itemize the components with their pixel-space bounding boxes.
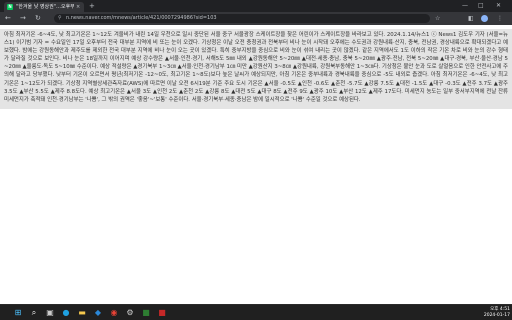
- edge-icon[interactable]: ●: [61, 308, 71, 318]
- system-clock[interactable]: 오후 4:51 2024-01-17: [472, 307, 510, 319]
- search-icon[interactable]: ⌕: [29, 308, 39, 318]
- url-text[interactable]: n.news.naver.com/mnews/article/421/00072…: [66, 14, 217, 23]
- file-explorer-icon[interactable]: ▬: [77, 308, 87, 318]
- browser-tab[interactable]: N "한겨울 낮 영상권"…오후부터 전국… ×: [4, 2, 84, 12]
- windows-start-icon[interactable]: ⊞: [13, 308, 23, 318]
- forward-button[interactable]: →: [20, 13, 26, 24]
- tab-close-icon[interactable]: ×: [76, 3, 80, 11]
- reload-button[interactable]: ↻: [35, 13, 41, 24]
- browser-menu-icon[interactable]: ⋮: [497, 14, 503, 23]
- site-info-icon[interactable]: ⚲: [58, 14, 62, 23]
- screen: N "한겨울 낮 영상권"…오후부터 전국… × + — □ ✕ ← → ↻ ⚲…: [0, 0, 512, 320]
- page-content: 아침 최저기온 -6~4도, 낮 최고기온은 1~12도 겨울비가 내린 14일…: [0, 25, 512, 304]
- windows-taskbar: ⊞ ⌕ ▣ ● ▬ ◆ ◉ ⚙ ■ ■ 오후 4:51 2024-01-17: [0, 304, 512, 320]
- maximize-button[interactable]: □: [478, 1, 484, 11]
- close-window-button[interactable]: ✕: [496, 1, 501, 11]
- settings-icon[interactable]: ⚙: [125, 308, 135, 318]
- browser-tab-strip: N "한겨울 낮 영상권"…오후부터 전국… × + — □ ✕: [0, 0, 512, 12]
- browser-toolbar: ← → ↻ ⚲ n.news.naver.com/mnews/article/4…: [0, 12, 512, 25]
- minimize-button[interactable]: —: [462, 1, 468, 11]
- tab-title: "한겨울 낮 영상권"…오후부터 전국…: [16, 4, 74, 10]
- chrome-icon[interactable]: ◉: [109, 308, 119, 318]
- profile-avatar[interactable]: [481, 15, 488, 22]
- bookmark-star-icon[interactable]: ☆: [435, 14, 440, 23]
- app-icon[interactable]: ■: [141, 308, 151, 318]
- back-button[interactable]: ←: [5, 13, 11, 24]
- store-icon[interactable]: ◆: [93, 308, 103, 318]
- address-bar[interactable]: ⚲ n.news.naver.com/mnews/article/421/000…: [54, 14, 430, 23]
- new-tab-button[interactable]: +: [89, 2, 95, 10]
- article-body: 아침 최저기온 -6~4도, 낮 최고기온은 1~12도 겨울비가 내린 14일…: [4, 32, 508, 103]
- app-icon-2[interactable]: ■: [157, 308, 167, 318]
- clock-date: 2024-01-17: [483, 313, 510, 318]
- task-view-icon[interactable]: ▣: [45, 308, 55, 318]
- extensions-icon[interactable]: ◧: [468, 14, 474, 23]
- naver-favicon-icon: N: [7, 4, 13, 10]
